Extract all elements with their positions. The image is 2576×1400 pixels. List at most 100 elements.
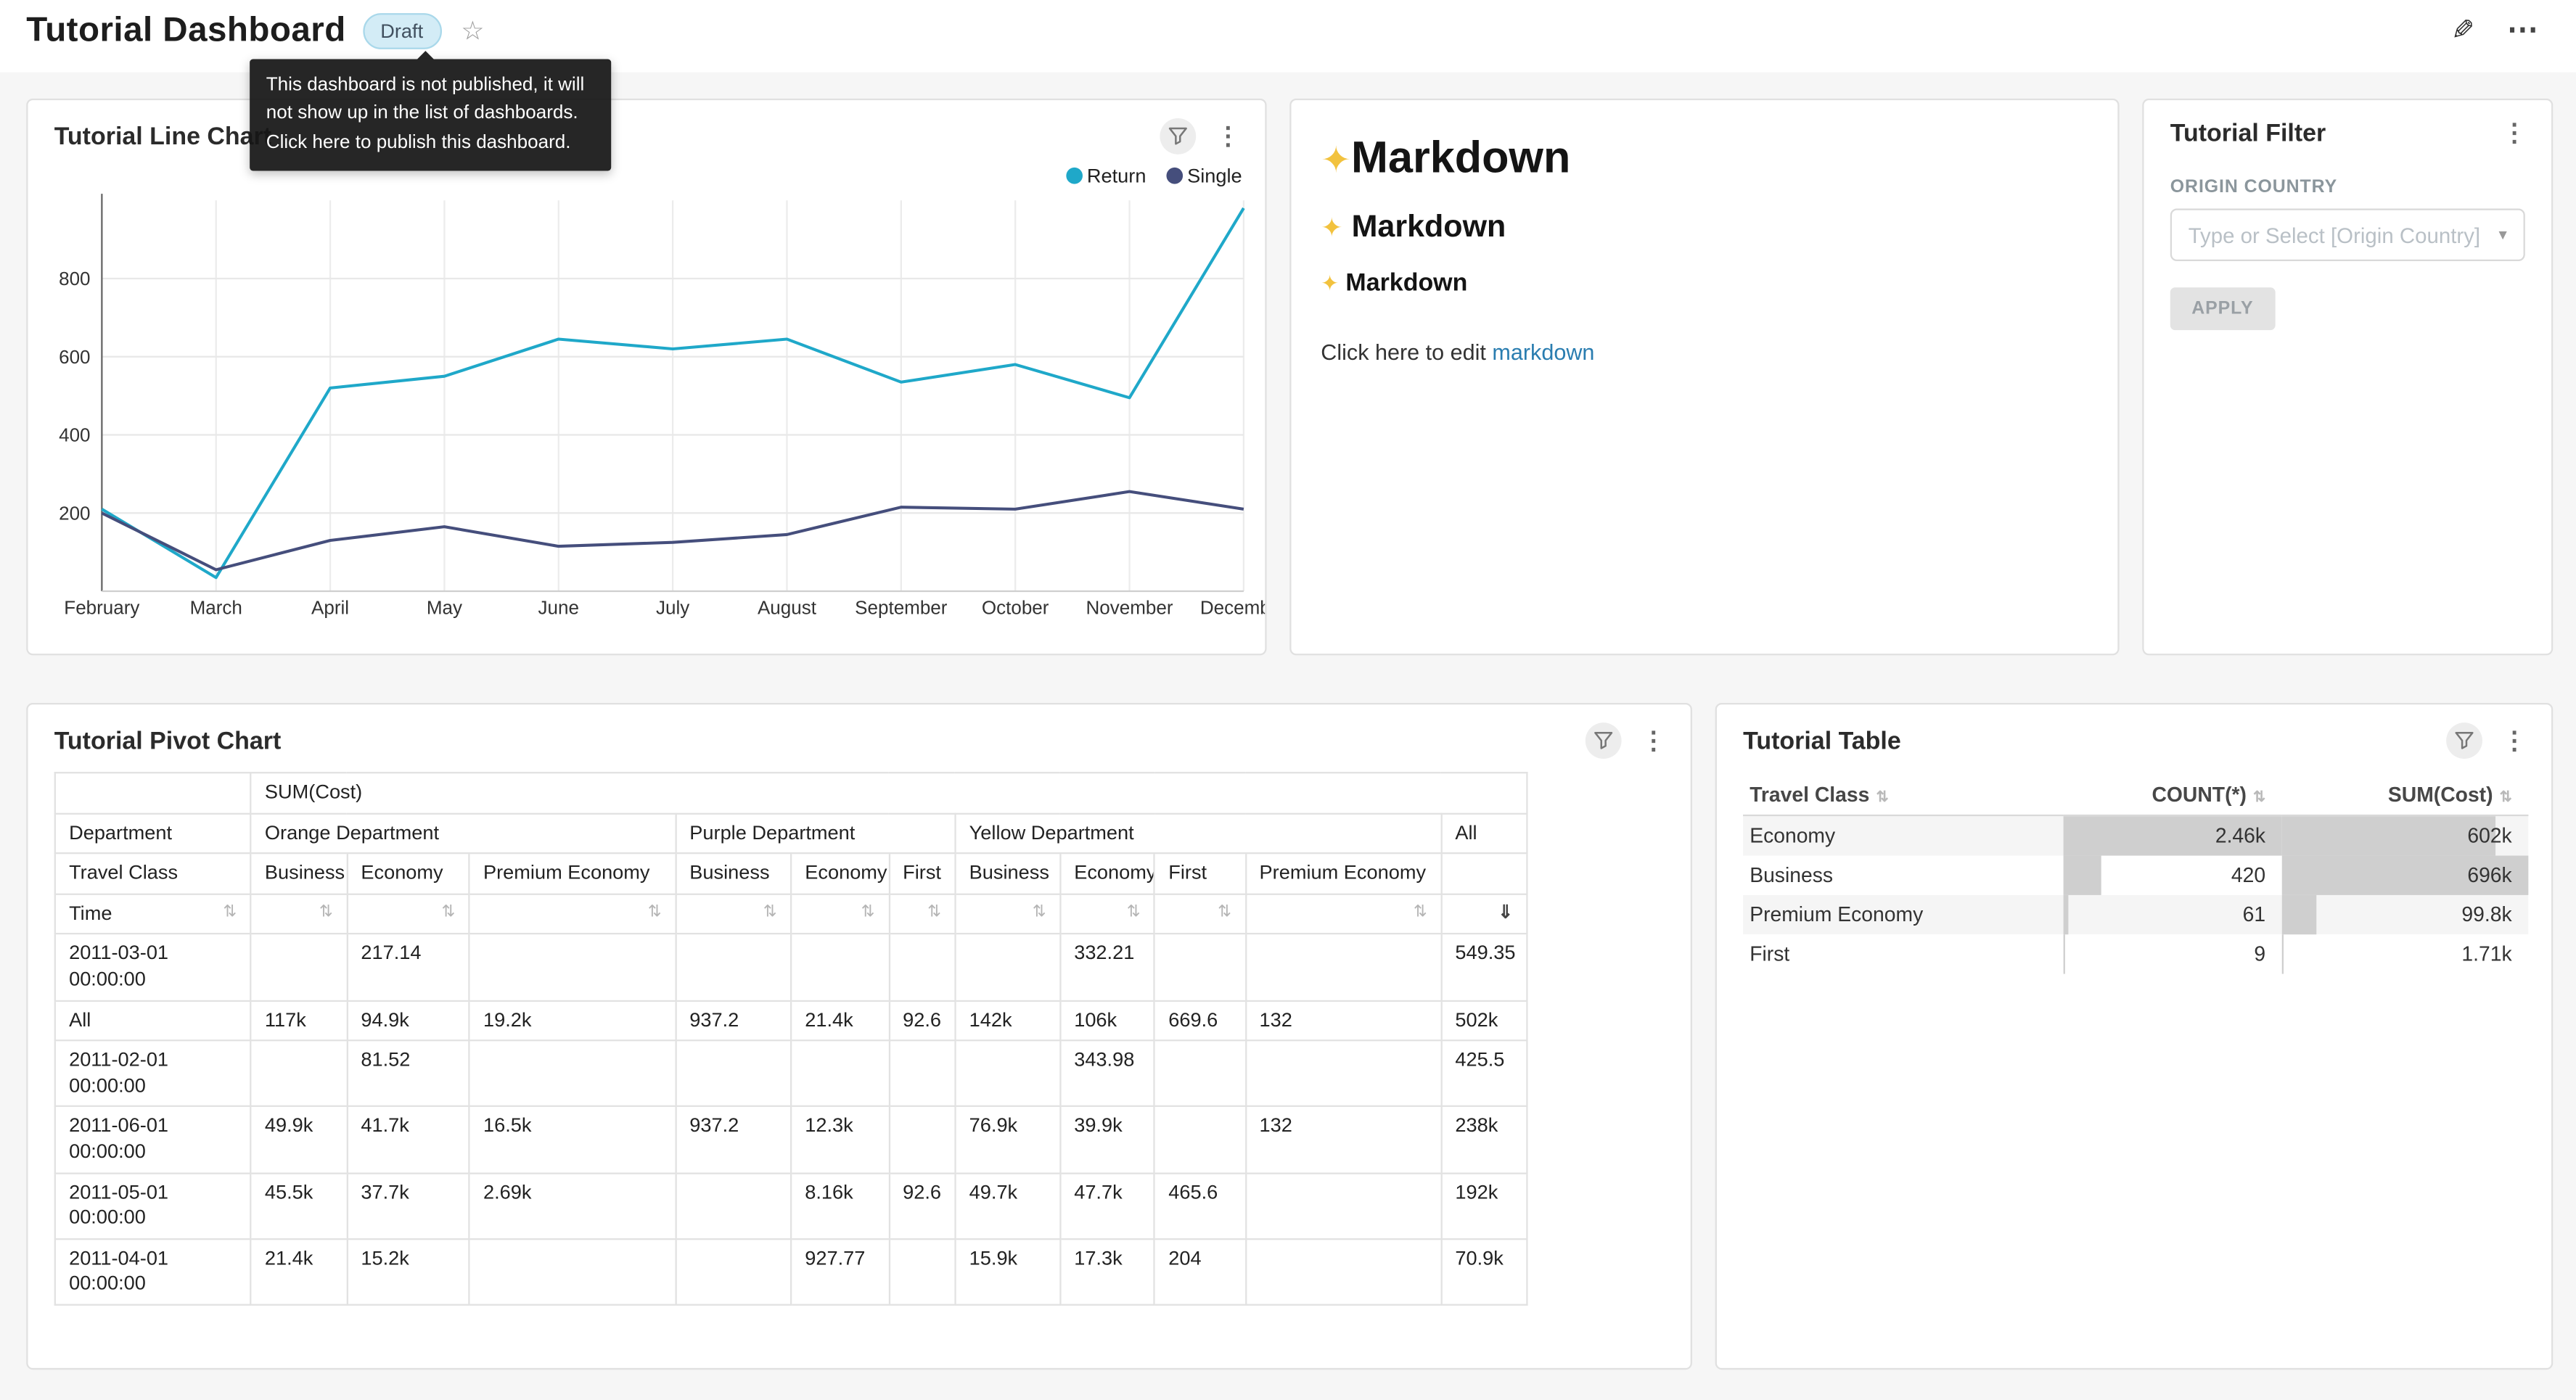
pivot-class-header: Premium Economy xyxy=(1245,854,1441,894)
filter-icon[interactable] xyxy=(2446,722,2482,759)
pivot-value-cell xyxy=(955,1041,1060,1107)
pivot-value-cell: 937.2 xyxy=(676,1107,791,1173)
value-bar xyxy=(2282,895,2318,934)
kebab-menu-icon[interactable]: ⋮ xyxy=(2497,118,2532,148)
pivot-class-header: Business xyxy=(955,854,1060,894)
count-cell: 9 xyxy=(2064,934,2282,973)
svg-text:August: August xyxy=(758,597,817,619)
pivot-time-sort-header[interactable]: Time⇅ xyxy=(55,894,251,934)
markdown-edit-link[interactable]: markdown xyxy=(1492,340,1594,365)
svg-text:800: 800 xyxy=(59,268,90,289)
pivot-value-cell: 927.77 xyxy=(791,1239,889,1305)
pivot-value-cell: 17.3k xyxy=(1060,1239,1154,1305)
sum-cell: 1.71k xyxy=(2282,934,2529,973)
pivot-value-cell: 21.4k xyxy=(251,1239,347,1305)
travel-class-cell: Economy xyxy=(1743,815,2063,855)
sort-icon[interactable]: ⇅ xyxy=(223,901,237,922)
line-chart[interactable]: 200400600800FebruaryMarchAprilMayJuneJul… xyxy=(28,191,1265,627)
filter-card-title: Tutorial Filter xyxy=(2170,119,2326,147)
sort-icon[interactable]: ⇅ xyxy=(2500,788,2512,805)
star-icon[interactable]: ☆ xyxy=(461,15,484,47)
sort-icon[interactable]: ⇅ xyxy=(442,901,456,922)
cell-value: 9 xyxy=(2254,943,2265,966)
page-title: Tutorial Dashboard xyxy=(26,12,345,51)
pivot-department-header: Yellow Department xyxy=(955,813,1441,854)
sort-icon[interactable]: ⇅ xyxy=(648,901,662,922)
filter-icon[interactable] xyxy=(1586,722,1622,759)
svg-text:May: May xyxy=(427,597,462,619)
pivot-sort-header[interactable]: ⇅ xyxy=(1245,894,1441,934)
pivot-value-cell xyxy=(1245,1173,1441,1239)
sort-icon[interactable]: ⇅ xyxy=(1876,788,1888,805)
kebab-menu-icon[interactable]: ⋮ xyxy=(1636,726,1671,756)
pivot-sort-header[interactable]: ⇅ xyxy=(955,894,1060,934)
line-chart-title: Tutorial Line Chart xyxy=(54,123,271,150)
pivot-value-cell xyxy=(889,1041,956,1107)
apply-button[interactable]: APPLY xyxy=(2170,287,2275,330)
sort-icon[interactable]: ⇅ xyxy=(1414,901,1427,922)
table-row: Business420696k xyxy=(1743,856,2528,895)
table-column-header[interactable]: SUM(Cost)⇅ xyxy=(2282,775,2529,815)
filter-icon[interactable] xyxy=(1160,118,1196,155)
svg-text:200: 200 xyxy=(59,502,90,524)
pivot-time-cell: 2011-05-01 00:00:00 xyxy=(55,1173,251,1239)
legend-item[interactable]: Single xyxy=(1166,164,1242,187)
chevron-down-icon: ▾ xyxy=(2499,226,2507,244)
svg-text:600: 600 xyxy=(59,346,90,368)
markdown-card: ✦Markdown ✦ Markdown ✦ Markdown Click he… xyxy=(1289,99,2119,656)
kebab-menu-icon[interactable]: ⋮ xyxy=(2497,726,2532,756)
pivot-time-cell: 2011-06-01 00:00:00 xyxy=(55,1107,251,1173)
table-card: Tutorial Table ⋮ Travel Class⇅COUNT(*)⇅S… xyxy=(1715,703,2554,1370)
pivot-sort-header[interactable]: ⇅ xyxy=(469,894,676,934)
pivot-value-cell xyxy=(955,934,1060,1000)
markdown-h1: ✦Markdown xyxy=(1321,133,2088,184)
kebab-menu-icon[interactable]: ⋮ xyxy=(1211,122,1246,152)
pivot-value-cell: 2.69k xyxy=(469,1173,676,1239)
pivot-chart-title: Tutorial Pivot Chart xyxy=(54,727,282,754)
svg-text:July: July xyxy=(656,597,689,619)
pivot-sort-header[interactable]: ⇅ xyxy=(347,894,469,934)
pivot-class-header: First xyxy=(1154,854,1245,894)
sort-icon[interactable]: ⇅ xyxy=(861,901,875,922)
pivot-value-cell: 49.9k xyxy=(251,1107,347,1173)
svg-text:November: November xyxy=(1086,597,1173,619)
pivot-time-cell: 2011-03-01 00:00:00 xyxy=(55,934,251,1000)
table-column-header[interactable]: Travel Class⇅ xyxy=(1743,775,2063,815)
legend-item[interactable]: Return xyxy=(1065,164,1146,187)
pivot-class-header: First xyxy=(889,854,956,894)
pivot-value-cell xyxy=(251,934,347,1000)
pivot-row: 2011-03-01 00:00:00217.14332.21549.35 xyxy=(55,934,1527,1000)
sort-icon[interactable]: ⇅ xyxy=(1218,901,1231,922)
origin-country-select[interactable]: Type or Select [Origin Country] ▾ xyxy=(2170,209,2525,261)
sort-icon[interactable]: ⇅ xyxy=(927,901,941,922)
sort-icon[interactable]: ⇅ xyxy=(319,901,333,922)
pivot-sort-header[interactable]: ⇅ xyxy=(889,894,956,934)
pivot-value-cell: 15.9k xyxy=(955,1239,1060,1305)
sort-icon[interactable]: ⇅ xyxy=(2253,788,2265,805)
publish-tooltip[interactable]: This dashboard is not published, it will… xyxy=(250,59,611,170)
legend-label: Single xyxy=(1187,164,1242,187)
sort-icon[interactable]: ⇅ xyxy=(763,901,777,922)
more-menu-icon[interactable]: ⋯ xyxy=(2507,23,2540,40)
cell-value: 420 xyxy=(2231,864,2265,887)
pivot-sort-header[interactable]: ⇅ xyxy=(1154,894,1245,934)
pivot-value-cell: 549.35 xyxy=(1441,934,1527,1000)
funnel-icon xyxy=(2454,730,2474,750)
draft-badge[interactable]: Draft xyxy=(362,13,441,49)
pivot-dimension-label: Travel Class xyxy=(55,854,251,894)
pivot-row: 2011-04-01 00:00:0021.4k15.2k927.7715.9k… xyxy=(55,1239,1527,1305)
pivot-value-cell: 21.4k xyxy=(791,1000,889,1041)
pivot-sort-header[interactable]: ⇓ xyxy=(1441,894,1527,934)
table-column-header[interactable]: COUNT(*)⇅ xyxy=(2064,775,2282,815)
sort-icon[interactable]: ⇅ xyxy=(1033,901,1046,922)
sort-icon[interactable]: ⇅ xyxy=(1127,901,1141,922)
pivot-value-cell: 70.9k xyxy=(1441,1239,1527,1305)
pivot-sort-header[interactable]: ⇅ xyxy=(676,894,791,934)
edit-pencil-icon[interactable]: ✎ xyxy=(2450,15,2474,47)
pivot-sort-header[interactable]: ⇅ xyxy=(1060,894,1154,934)
pivot-sort-header[interactable]: ⇅ xyxy=(251,894,347,934)
sort-active-icon[interactable]: ⇓ xyxy=(1498,901,1513,924)
pivot-sort-header[interactable]: ⇅ xyxy=(791,894,889,934)
pivot-value-cell xyxy=(676,1239,791,1305)
pivot-value-cell: 238k xyxy=(1441,1107,1527,1173)
